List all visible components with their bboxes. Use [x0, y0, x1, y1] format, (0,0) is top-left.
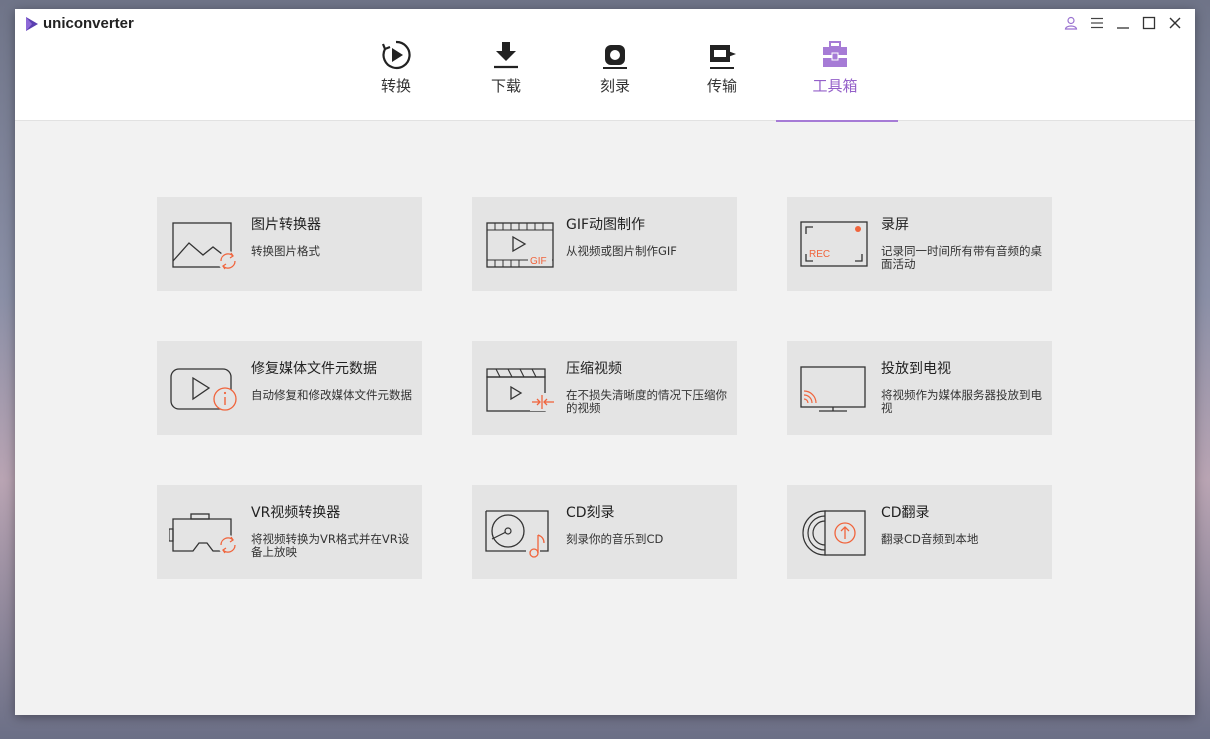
cd-burn-icon: [485, 510, 549, 558]
top-bar: uniconverter 转换 下载 刻录 传输 工具箱: [15, 9, 1195, 122]
tool-card-compress-video[interactable]: 压缩视频 在不损失清晰度的情况下压缩你的视频: [472, 341, 737, 435]
hamburger-icon: [1091, 17, 1103, 29]
cast-tv-icon: [800, 366, 866, 412]
user-icon: [1064, 16, 1078, 30]
tool-card-cast-to-tv[interactable]: 投放到电视 将视频作为媒体服务器投放到电视: [787, 341, 1052, 435]
tool-card-cd-burner[interactable]: CD刻录 刻录你的音乐到CD: [472, 485, 737, 579]
svg-text:REC: REC: [809, 249, 830, 260]
app-logo: uniconverter: [25, 15, 134, 32]
tool-title: 图片转换器: [251, 217, 321, 233]
download-icon: [494, 42, 518, 69]
fix-metadata-icon: [170, 368, 237, 411]
tool-title: 压缩视频: [566, 361, 622, 377]
tool-title: 投放到电视: [881, 361, 951, 377]
active-tab-indicator: [776, 120, 898, 122]
tool-title: VR视频转换器: [251, 505, 341, 521]
maximize-icon: [1142, 16, 1156, 30]
tool-title: 录屏: [881, 217, 909, 233]
tool-title: 修复媒体文件元数据: [251, 361, 377, 377]
tool-description: 从视频或图片制作GIF: [566, 244, 677, 258]
main-nav: 转换 下载 刻录 传输 工具箱: [15, 39, 1195, 122]
tool-card-vr-converter[interactable]: VR视频转换器 将视频转换为VR格式并在VR设备上放映: [157, 485, 422, 579]
screen-record-icon: REC: [800, 221, 868, 267]
tab-burn-label: 刻录: [599, 77, 630, 95]
window-controls: [1061, 13, 1185, 33]
tool-card-fix-metadata[interactable]: 修复媒体文件元数据 自动修复和修改媒体文件元数据: [157, 341, 422, 435]
tool-card-screen-recorder[interactable]: REC 录屏 记录同一时间所有带有音频的桌面活动: [787, 197, 1052, 291]
close-button[interactable]: [1165, 13, 1185, 33]
tab-download-label: 下载: [490, 77, 521, 95]
tool-description: 自动修复和修改媒体文件元数据: [251, 388, 412, 402]
compress-video-icon: [486, 368, 556, 412]
tab-download[interactable]: 下载: [446, 39, 566, 96]
tool-card-cd-ripper[interactable]: CD翻录 翻录CD音频到本地: [787, 485, 1052, 579]
app-window: uniconverter 转换 下载 刻录 传输 工具箱 图片转换器 转换图片格…: [15, 9, 1195, 715]
tab-burn[interactable]: 刻录: [555, 39, 675, 96]
app-name: uniconverter: [43, 15, 134, 32]
tool-title: GIF动图制作: [566, 217, 646, 233]
tool-description: 转换图片格式: [251, 244, 320, 258]
logo-icon: [26, 16, 38, 31]
tool-description: 刻录你的音乐到CD: [566, 532, 664, 546]
toolbox-icon: [823, 41, 847, 67]
tab-transfer[interactable]: 传输: [662, 39, 782, 96]
tool-title: CD刻录: [566, 505, 615, 521]
gif-maker-icon: GIF: [486, 222, 554, 268]
menu-button[interactable]: [1087, 13, 1107, 33]
tool-description: 将视频转换为VR格式并在VR设备上放映: [251, 532, 410, 559]
vr-convert-icon: [169, 513, 238, 555]
tab-convert[interactable]: 转换: [336, 39, 456, 96]
tool-description: 在不损失清晰度的情况下压缩你的视频: [566, 388, 727, 415]
convert-icon: [381, 40, 411, 70]
svg-text:GIF: GIF: [530, 256, 547, 267]
close-icon: [1169, 17, 1181, 29]
account-button[interactable]: [1061, 13, 1081, 33]
image-convert-icon: [172, 222, 238, 271]
burn-icon: [603, 45, 627, 69]
tab-transfer-label: 传输: [706, 77, 737, 95]
tool-description: 将视频作为媒体服务器投放到电视: [881, 388, 1042, 415]
tab-toolbox[interactable]: 工具箱: [775, 39, 895, 96]
minimize-icon: [1117, 27, 1129, 29]
minimize-button[interactable]: [1113, 13, 1133, 33]
cd-rip-icon: [802, 510, 866, 556]
tab-convert-label: 转换: [380, 77, 411, 95]
tool-description: 记录同一时间所有带有音频的桌面活动: [881, 244, 1042, 271]
tool-card-image-converter[interactable]: 图片转换器 转换图片格式: [157, 197, 422, 291]
tool-card-gif-maker[interactable]: GIF GIF动图制作 从视频或图片制作GIF: [472, 197, 737, 291]
tab-toolbox-label: 工具箱: [812, 77, 858, 95]
transfer-icon: [710, 45, 736, 69]
maximize-button[interactable]: [1139, 13, 1159, 33]
tool-title: CD翻录: [881, 505, 930, 521]
tool-description: 翻录CD音频到本地: [881, 532, 979, 546]
